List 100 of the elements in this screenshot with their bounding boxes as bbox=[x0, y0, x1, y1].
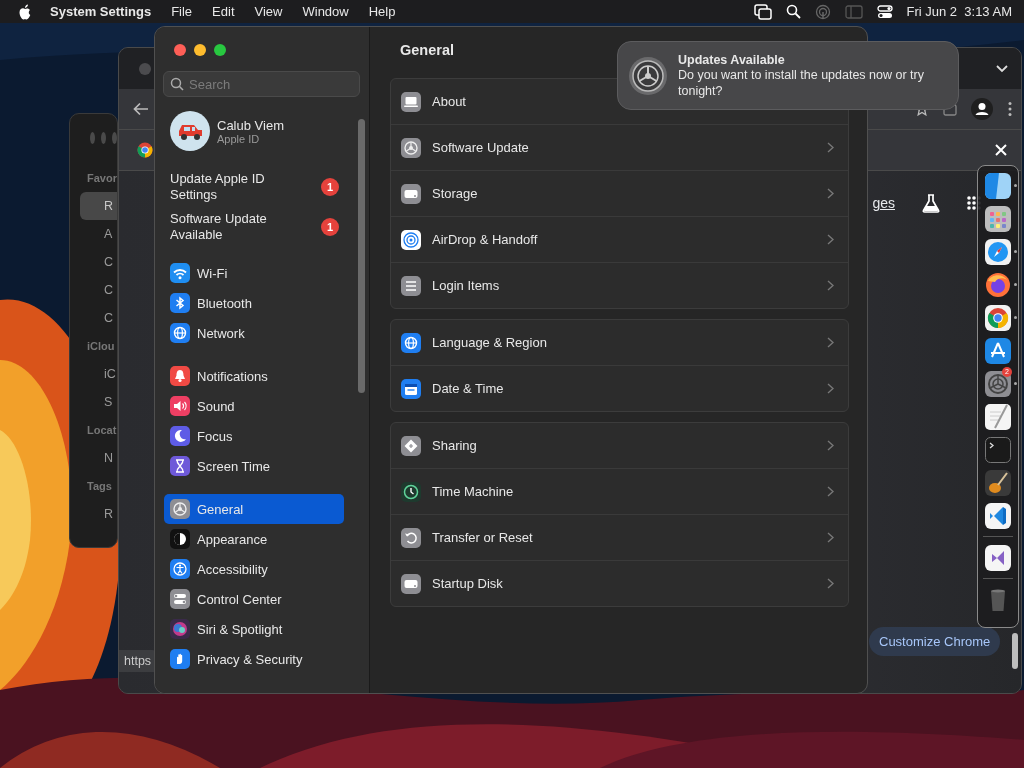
alert-link[interactable]: Software Update Available bbox=[170, 211, 310, 243]
compass-icon[interactable] bbox=[985, 238, 1011, 265]
settings-row-label[interactable]: Language & Region bbox=[432, 335, 547, 350]
app-icon[interactable] bbox=[985, 502, 1011, 529]
settings-row-label[interactable]: Time Machine bbox=[432, 484, 514, 499]
chevron-right-icon[interactable] bbox=[827, 486, 834, 497]
chevron-right-icon[interactable] bbox=[827, 337, 834, 348]
link[interactable]: ges bbox=[872, 195, 895, 211]
sidebar-item[interactable]: Siri & Spotlight bbox=[164, 614, 344, 644]
rings-icon bbox=[401, 229, 421, 250]
sidebar-item[interactable]: Wi-Fi bbox=[164, 258, 344, 288]
chevron-down-icon[interactable] bbox=[995, 63, 1009, 74]
pen-icon[interactable] bbox=[985, 403, 1011, 430]
notification-banner[interactable]: Updates Available Do you want to install the updates now or try tonight? bbox=[617, 41, 959, 110]
status-url: https bbox=[119, 650, 157, 672]
settings-row-label[interactable]: About bbox=[432, 94, 466, 109]
calendar-icon bbox=[401, 378, 421, 399]
settings-row-label[interactable]: Transfer or Reset bbox=[432, 530, 533, 545]
scrollbar[interactable] bbox=[1012, 633, 1018, 669]
settings-row-label[interactable]: Date & Time bbox=[432, 381, 504, 396]
grid-icon[interactable] bbox=[985, 205, 1011, 232]
close-icon[interactable] bbox=[995, 144, 1007, 156]
search-field[interactable]: Search bbox=[163, 71, 360, 97]
scrollbar[interactable] bbox=[358, 119, 365, 393]
sidebar-item[interactable]: Notifications bbox=[164, 361, 344, 391]
sidebar-item[interactable]: Network bbox=[164, 318, 344, 348]
zoom-button[interactable] bbox=[214, 44, 226, 56]
chevron-right-icon[interactable] bbox=[827, 578, 834, 589]
profile-icon[interactable] bbox=[971, 98, 993, 120]
list-icon bbox=[401, 275, 421, 296]
back-arrow-icon[interactable] bbox=[133, 102, 149, 116]
chevron-right-icon[interactable] bbox=[827, 142, 834, 153]
app-icon[interactable] bbox=[985, 304, 1011, 331]
sidebar-item[interactable]: Sound bbox=[164, 391, 344, 421]
app-icon[interactable] bbox=[985, 544, 1011, 571]
app-menu[interactable]: System Settings bbox=[50, 4, 152, 19]
window-stack-icon[interactable] bbox=[753, 3, 772, 20]
flask-icon[interactable] bbox=[921, 193, 941, 213]
drive-icon bbox=[401, 573, 421, 594]
sidebar-item[interactable]: Appearance bbox=[164, 524, 344, 554]
notification-message: Do you want to install the updates now or try tonight? bbox=[678, 67, 925, 99]
guitar-icon[interactable] bbox=[985, 469, 1011, 496]
menu-item[interactable]: Window bbox=[302, 4, 349, 19]
sidebar-item[interactable]: R bbox=[80, 192, 117, 220]
account-subtitle: Apple ID bbox=[217, 132, 261, 145]
settings-row-label[interactable]: Startup Disk bbox=[432, 576, 503, 591]
close-button[interactable] bbox=[174, 44, 186, 56]
sidebar-item[interactable]: Accessibility bbox=[164, 554, 344, 584]
settings-row-label[interactable]: Login Items bbox=[432, 278, 500, 293]
chevron-right-icon[interactable] bbox=[827, 280, 834, 291]
sidebar-item[interactable]: Focus bbox=[164, 421, 344, 451]
chevron-right-icon[interactable] bbox=[827, 234, 834, 245]
apple-icon[interactable] bbox=[18, 3, 32, 20]
menu-bar-clock[interactable]: Fri Jun 2 3:13 AM bbox=[906, 4, 1012, 19]
sidebar-item[interactable]: iC bbox=[80, 360, 117, 388]
sidebar-item[interactable]: S bbox=[80, 388, 117, 416]
chevron-right-icon[interactable] bbox=[827, 188, 834, 199]
more-icon[interactable] bbox=[1007, 101, 1013, 117]
chevron-right-icon[interactable] bbox=[827, 383, 834, 394]
menu-item[interactable]: View bbox=[254, 4, 283, 19]
moon-icon bbox=[170, 426, 190, 446]
sidebar-item[interactable]: N bbox=[80, 444, 117, 472]
drive-icon bbox=[401, 183, 421, 204]
search-input[interactable]: Search bbox=[189, 76, 339, 92]
gear-icon[interactable] bbox=[985, 370, 1011, 397]
sidebar-item[interactable]: C bbox=[80, 248, 117, 276]
sidebar-item[interactable]: A bbox=[80, 220, 117, 248]
settings-row-label[interactable]: Software Update bbox=[432, 140, 529, 155]
sidebar-item[interactable]: Screen Time bbox=[164, 451, 344, 481]
sidebar-item[interactable]: Bluetooth bbox=[164, 288, 344, 318]
sidebar-heading: Tags bbox=[86, 480, 113, 494]
car-avatar[interactable] bbox=[170, 111, 210, 151]
app-icon[interactable] bbox=[985, 271, 1011, 298]
app-icon[interactable] bbox=[985, 172, 1011, 199]
sidebar-item[interactable]: C bbox=[80, 276, 117, 304]
broadcast-icon[interactable] bbox=[814, 3, 831, 20]
menu-item[interactable]: Edit bbox=[212, 4, 235, 19]
sidebar-item[interactable]: Privacy & Security bbox=[164, 644, 344, 674]
settings-row-label[interactable]: Storage bbox=[432, 186, 478, 201]
menu-item[interactable]: File bbox=[171, 4, 193, 19]
minimize-button[interactable] bbox=[194, 44, 206, 56]
sidebar-item[interactable]: C bbox=[80, 304, 117, 332]
globe-icon bbox=[401, 332, 421, 353]
settings-row-label[interactable]: AirDrop & Handoff bbox=[432, 232, 538, 247]
sidebar-item[interactable]: General bbox=[164, 494, 344, 524]
alert-link[interactable]: Update Apple ID Settings bbox=[170, 171, 310, 203]
app-icon[interactable] bbox=[985, 337, 1011, 364]
menu-item[interactable]: Help bbox=[368, 4, 396, 19]
speaker-icon bbox=[170, 396, 190, 416]
search-icon[interactable] bbox=[785, 4, 801, 19]
chevron-right-icon[interactable] bbox=[827, 440, 834, 451]
sidebar-item[interactable]: Control Center bbox=[164, 584, 344, 614]
customize-button[interactable]: Customize Chrome bbox=[869, 627, 1001, 656]
settings-row-label[interactable]: Sharing bbox=[432, 438, 477, 453]
control-center-icon[interactable] bbox=[876, 3, 893, 20]
chrome-logo-icon[interactable] bbox=[137, 142, 153, 158]
chevron-right-icon[interactable] bbox=[827, 532, 834, 543]
terminal-icon[interactable] bbox=[985, 436, 1011, 463]
sidebar-item[interactable]: R bbox=[80, 500, 117, 528]
accessibility-icon bbox=[170, 559, 190, 579]
